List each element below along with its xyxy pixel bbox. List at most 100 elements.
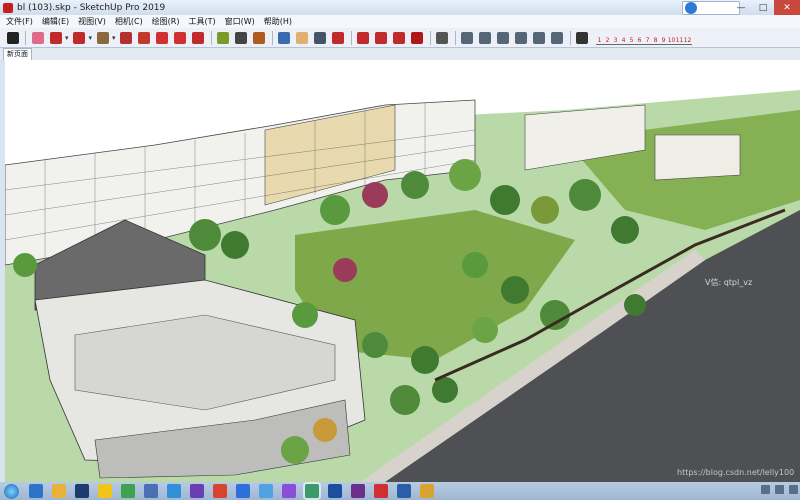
ruby-tool-button[interactable]: [409, 30, 426, 46]
tape-icon: [217, 31, 230, 44]
menu-camera[interactable]: 相机(C): [115, 16, 143, 27]
offset-icon: [138, 31, 151, 44]
offset-tool-button[interactable]: [136, 30, 153, 46]
tape-measure-tool-button[interactable]: [215, 30, 232, 46]
iso-view-icon: [461, 31, 474, 44]
pan-tool-button[interactable]: [294, 30, 311, 46]
ruler-number: 1: [597, 36, 602, 44]
app11-taskbar-icon[interactable]: [351, 484, 365, 498]
app2-taskbar-icon[interactable]: [144, 484, 158, 498]
cloud-icon: [685, 2, 697, 14]
menu-help[interactable]: 帮助(H): [264, 16, 292, 27]
tray-icon[interactable]: [761, 485, 770, 494]
toolbar-separator: [569, 30, 571, 45]
start-button[interactable]: [4, 483, 19, 499]
menu-edit[interactable]: 编辑(E): [42, 16, 69, 27]
zoom-extents-icon: [332, 31, 345, 44]
wechat-watermark: V信: qtpl_vz: [705, 278, 753, 287]
extension-warehouse-tool-button[interactable]: [373, 30, 390, 46]
zoom-tool-button[interactable]: [312, 30, 329, 46]
sketchup-app-icon: [3, 2, 13, 13]
window-title: bl (103).skp - SketchUp Pro 2019: [17, 2, 166, 13]
menu-file[interactable]: 文件(F): [6, 16, 33, 27]
ie-taskbar-icon[interactable]: [29, 484, 43, 498]
menu-window[interactable]: 窗口(W): [225, 16, 255, 27]
top-view-icon: [479, 31, 492, 44]
push-pull-icon: [120, 31, 133, 44]
ruler-number: 5: [629, 36, 634, 44]
text-icon: [235, 31, 248, 44]
chevron-down-icon[interactable]: ▾: [112, 34, 116, 42]
ruler-number: 3: [613, 36, 618, 44]
move-tool-button[interactable]: [154, 30, 171, 46]
network-icon[interactable]: [789, 485, 798, 494]
ruler-number: 9: [661, 36, 666, 44]
eraser-tool-button[interactable]: [29, 30, 46, 46]
menu-tools[interactable]: 工具(T): [189, 16, 216, 27]
rotate-icon: [174, 31, 187, 44]
account-tool-button[interactable]: [434, 30, 451, 46]
ruler-number: 2: [605, 36, 610, 44]
villa-right: [654, 134, 741, 181]
right-view-icon: [515, 31, 528, 44]
push-pull-tool-button[interactable]: [118, 30, 135, 46]
iso-view-button[interactable]: [459, 30, 476, 46]
menu-view[interactable]: 视图(V): [78, 16, 106, 27]
paint-bucket-tool-button[interactable]: [251, 30, 268, 46]
app14-taskbar-icon[interactable]: [420, 484, 434, 498]
arc-tool-button[interactable]: [71, 30, 88, 46]
front-view-button[interactable]: [495, 30, 512, 46]
ps-taskbar-icon[interactable]: [75, 484, 89, 498]
app13-taskbar-icon[interactable]: [397, 484, 411, 498]
app8-taskbar-icon[interactable]: [282, 484, 296, 498]
toolbar-separator: [350, 30, 352, 45]
style-tool-button[interactable]: [574, 30, 591, 46]
volume-icon[interactable]: [775, 485, 784, 494]
system-tray: [756, 485, 798, 494]
toolbar-separator: [210, 30, 212, 45]
app9-taskbar-icon[interactable]: [305, 484, 319, 498]
app-taskbar-icon[interactable]: [121, 484, 135, 498]
minimize-button[interactable]: —: [730, 0, 752, 15]
eraser-icon: [31, 31, 44, 44]
line-tool-button[interactable]: [47, 30, 64, 46]
zoom-extents-tool-button[interactable]: [330, 30, 347, 46]
select-tool-button[interactable]: [4, 30, 21, 46]
scene-tab[interactable]: 新页面: [3, 48, 32, 60]
text-tool-button[interactable]: [233, 30, 250, 46]
back-view-button[interactable]: [531, 30, 548, 46]
app3-taskbar-icon[interactable]: [167, 484, 181, 498]
title-bar: bl (103).skp - SketchUp Pro 2019 — □ ✕: [0, 0, 800, 15]
chevron-down-icon[interactable]: ▾: [65, 34, 69, 42]
model-viewport[interactable]: V信: qtpl_vz https://blog.csdn.net/lelly1…: [5, 60, 800, 482]
app7-taskbar-icon[interactable]: [259, 484, 273, 498]
close-button[interactable]: ✕: [774, 0, 800, 15]
app6-taskbar-icon[interactable]: [236, 484, 250, 498]
right-view-button[interactable]: [513, 30, 530, 46]
explorer-taskbar-icon[interactable]: [52, 484, 66, 498]
model-render: [5, 60, 800, 482]
maximize-button[interactable]: □: [752, 0, 774, 15]
layout-tool-button[interactable]: [391, 30, 408, 46]
app5-taskbar-icon[interactable]: [213, 484, 227, 498]
ruler-number: 8: [653, 36, 658, 44]
app4-taskbar-icon[interactable]: [190, 484, 204, 498]
top-view-button[interactable]: [477, 30, 494, 46]
shape-tool-button[interactable]: [94, 30, 111, 46]
chevron-down-icon[interactable]: ▾: [89, 34, 93, 42]
warehouse-tool-button[interactable]: [355, 30, 372, 46]
hand-icon: [296, 31, 309, 44]
ruby-icon: [411, 31, 424, 44]
arrow-icon: [6, 31, 19, 44]
rotate-tool-button[interactable]: [172, 30, 189, 46]
chrome-taskbar-icon[interactable]: [98, 484, 112, 498]
ruler-number: 7: [645, 36, 650, 44]
scale-tool-button[interactable]: [190, 30, 207, 46]
toolbar-separator: [271, 30, 273, 45]
app12-taskbar-icon[interactable]: [374, 484, 388, 498]
front-view-icon: [497, 31, 510, 44]
app10-taskbar-icon[interactable]: [328, 484, 342, 498]
orbit-tool-button[interactable]: [276, 30, 293, 46]
menu-draw[interactable]: 绘图(R): [152, 16, 180, 27]
left-view-button[interactable]: [549, 30, 566, 46]
